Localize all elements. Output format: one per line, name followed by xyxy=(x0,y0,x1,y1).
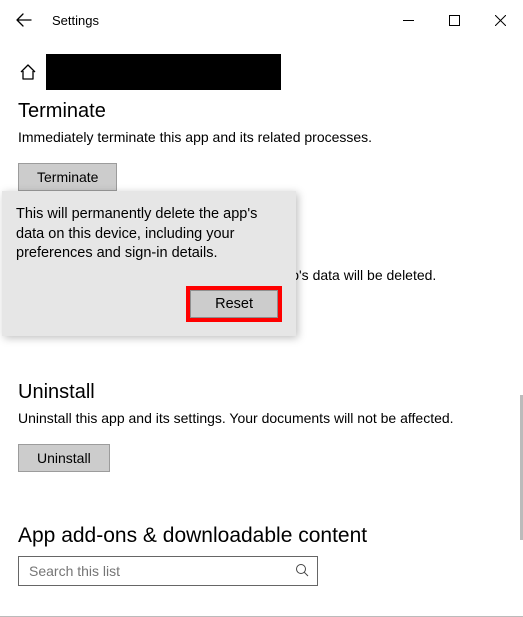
minimize-button[interactable] xyxy=(385,4,431,36)
back-arrow-icon xyxy=(16,12,32,28)
close-button[interactable] xyxy=(477,4,523,36)
terminate-description: Immediately terminate this app and its r… xyxy=(18,129,505,145)
window-title: Settings xyxy=(52,13,99,28)
close-icon xyxy=(495,15,506,26)
app-header xyxy=(18,54,505,90)
maximize-icon xyxy=(449,15,460,26)
back-button[interactable] xyxy=(8,4,40,36)
search-icon xyxy=(295,563,309,580)
highlight-annotation: Reset xyxy=(186,286,282,322)
addons-search-box[interactable] xyxy=(18,556,318,586)
reset-confirm-text: This will permanently delete the app's d… xyxy=(16,205,282,264)
addons-heading: App add-ons & downloadable content xyxy=(18,524,505,548)
window-controls xyxy=(385,4,523,36)
minimize-icon xyxy=(403,15,414,26)
uninstall-description: Uninstall this app and its settings. You… xyxy=(18,410,505,426)
terminate-button[interactable]: Terminate xyxy=(18,163,117,191)
home-icon xyxy=(18,62,38,82)
reset-confirm-flyout: This will permanently delete the app's d… xyxy=(2,191,296,336)
uninstall-heading: Uninstall xyxy=(18,381,505,404)
maximize-button[interactable] xyxy=(431,4,477,36)
search-input[interactable] xyxy=(27,562,295,580)
titlebar: Settings xyxy=(0,0,523,40)
reset-confirm-button[interactable]: Reset xyxy=(190,290,278,318)
uninstall-button[interactable]: Uninstall xyxy=(18,444,110,472)
app-name-redacted xyxy=(46,54,281,90)
terminate-heading: Terminate xyxy=(18,100,505,123)
